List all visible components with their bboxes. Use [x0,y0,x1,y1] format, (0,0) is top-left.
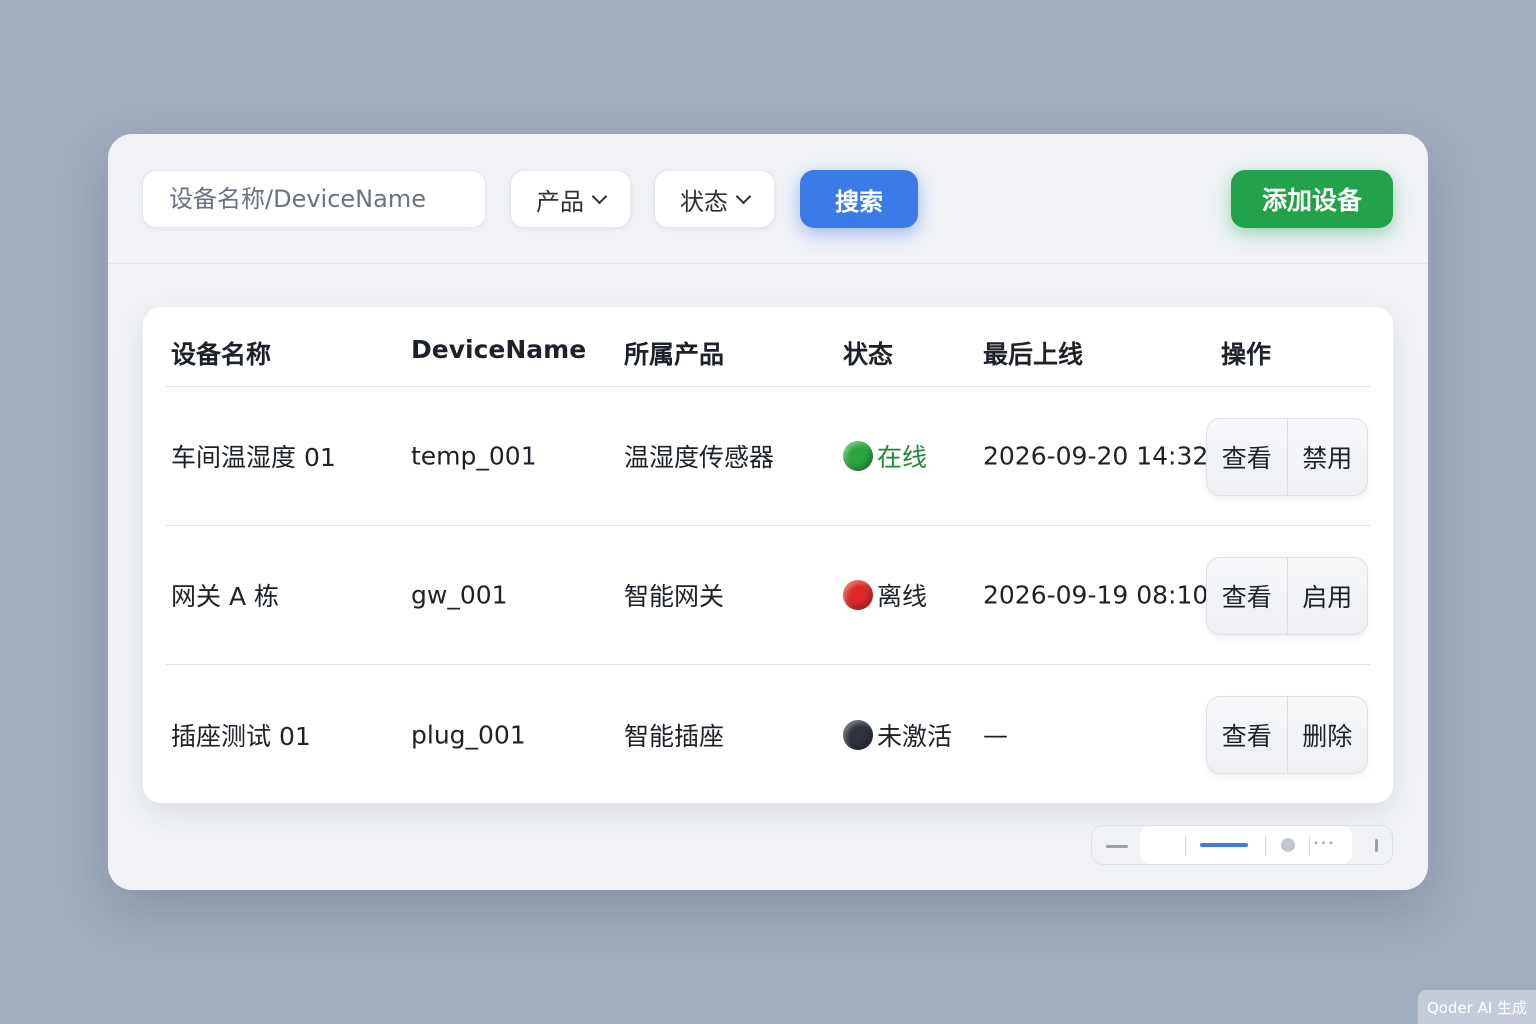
cell-device-name: 车间温湿度 01 [171,443,336,472]
cell-device-key: temp_001 [411,441,537,471]
active-page-indicator[interactable] [1200,843,1248,847]
pagination: ··· [1091,825,1393,865]
cell-product: 智能网关 [624,582,725,611]
cell-device-key: gw_001 [411,580,508,610]
search-button[interactable]: 搜索 [800,170,918,228]
cell-last-online: — [983,720,1008,749]
watermark: Qoder AI 生成 [1418,990,1536,1024]
status-text: 未激活 [877,721,953,751]
add-device-button[interactable]: 添加设备 [1231,170,1393,228]
row-actions: 查看 启用 [1206,557,1368,635]
status-badge: 在线 [843,438,927,474]
pagination-track: ··· [1140,826,1352,864]
status-dot-icon [843,719,873,750]
enable-button[interactable]: 启用 [1286,558,1368,634]
search-input[interactable] [142,170,486,228]
device-management-panel: 产品 状态 搜索 添加设备 设备名称 DeviceName 所属产品 状态 最后… [108,134,1428,890]
column-header-device-name-cn: 设备名称 [171,340,272,369]
status-dot-icon [843,580,873,610]
table-header: 设备名称 DeviceName 所属产品 状态 最后上线 操作 [166,307,1370,387]
disable-button[interactable]: 禁用 [1286,419,1368,495]
page-dot-icon[interactable] [1281,838,1295,852]
status-select-label: 状态 [680,187,728,216]
column-header-last-online: 最后上线 [983,340,1084,369]
status-text: 在线 [877,443,928,472]
minus-icon[interactable] [1106,845,1128,848]
delete-button[interactable]: 删除 [1286,697,1368,773]
status-select[interactable]: 状态 [654,170,775,228]
chevron-down-icon [735,188,752,204]
product-select-label: 产品 [536,187,584,216]
row-actions: 查看 禁用 [1206,418,1368,496]
device-table: 设备名称 DeviceName 所属产品 状态 最后上线 操作 车间温湿度 01… [143,307,1393,803]
cell-product: 温湿度传感器 [624,443,775,472]
filter-toolbar: 产品 状态 搜索 添加设备 [108,134,1428,264]
scroll-bar-icon [1375,839,1378,852]
ellipsis-icon[interactable]: ··· [1313,831,1335,855]
chevron-down-icon [591,188,608,204]
table-row: 车间温湿度 01 temp_001 温湿度传感器 在线 2026-09-20 1… [166,387,1370,526]
row-actions: 查看 删除 [1206,696,1368,774]
table-row: 插座测试 01 plug_001 智能插座 未激活 — 查看 删除 [166,665,1370,804]
cell-product: 智能插座 [624,721,725,751]
status-badge: 未激活 [843,717,952,753]
pagination-divider [1309,836,1310,856]
status-badge: 离线 [843,577,927,613]
pagination-divider [1185,836,1186,856]
cell-device-name: 插座测试 01 [171,721,311,751]
pagination-divider [1265,836,1266,856]
view-button[interactable]: 查看 [1207,558,1287,634]
table-row: 网关 A 栋 gw_001 智能网关 离线 2026-09-19 08:10 查… [166,526,1370,665]
column-header-actions: 操作 [1221,340,1272,369]
view-button[interactable]: 查看 [1207,419,1287,495]
column-header-device-name: DeviceName [411,335,587,364]
status-dot-icon [843,441,873,471]
cell-last-online: 2026-09-20 14:32 [983,441,1209,471]
cell-device-key: plug_001 [411,720,526,749]
view-button[interactable]: 查看 [1207,697,1287,773]
cell-device-name: 网关 A 栋 [171,582,279,611]
column-header-status: 状态 [843,340,894,369]
status-text: 离线 [877,582,928,611]
cell-last-online: 2026-09-19 08:10 [983,580,1209,610]
product-select[interactable]: 产品 [510,170,631,228]
column-header-product: 所属产品 [624,340,725,369]
